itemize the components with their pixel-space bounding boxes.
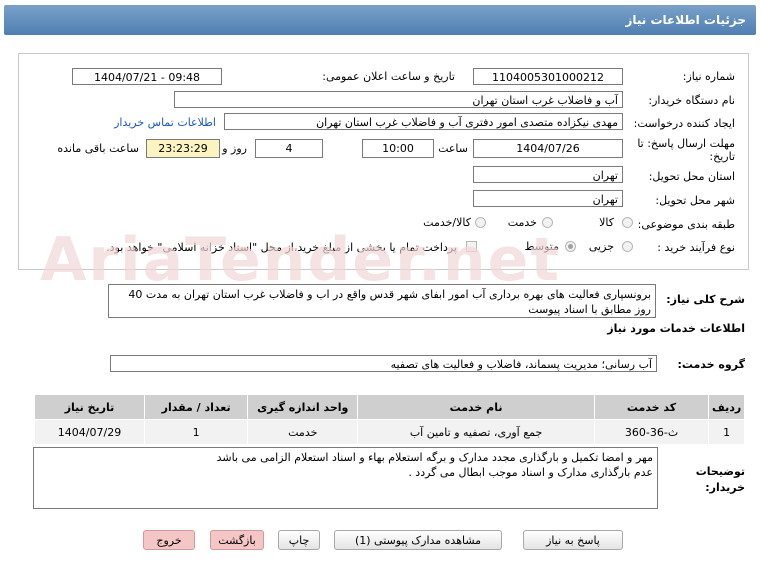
table-row: 1 ث-36-360 جمع آوری، تصفیه و تامین آب خد… bbox=[34, 419, 745, 445]
buyer-notes-line-2: عدم بارگذاری مدارک و اسناد موجب ابطال می… bbox=[408, 466, 653, 479]
column-header-date: تاریخ نیاز bbox=[34, 394, 145, 420]
column-header-quantity: تعداد / مقدار bbox=[143, 394, 249, 420]
window-title-bar: جزئیات اطلاعات نیاز bbox=[4, 5, 756, 35]
buyer-notes-line-1: مهر و امضا تکمیل و بارگذاری مجدد مدارک و… bbox=[216, 451, 653, 464]
column-header-name: نام خدمت bbox=[357, 394, 595, 420]
remaining-time-field: 23:23:29 bbox=[146, 139, 220, 158]
process-radio-medium[interactable] bbox=[565, 241, 576, 252]
print-button[interactable]: چاپ bbox=[278, 530, 320, 550]
need-number-label: شماره نیاز: bbox=[682, 70, 735, 83]
description-field: برونسپاری فعالیت های بهره برداری آب امور… bbox=[108, 284, 656, 318]
process-option-minor: جزیی bbox=[588, 240, 614, 253]
buyer-contact-link[interactable]: اطلاعات تماس خریدار bbox=[114, 116, 216, 129]
city-label: شهر محل تحویل: bbox=[655, 194, 735, 207]
exit-button[interactable]: خروج bbox=[143, 530, 195, 550]
deadline-date-field: 1404/07/26 bbox=[473, 139, 623, 158]
cell-service-name: جمع آوری، تصفیه و تامین آب bbox=[357, 419, 595, 445]
buyer-notes-field: مهر و امضا تکمیل و بارگذاری مجدد مدارک و… bbox=[33, 447, 658, 509]
services-table-header: ردیف کد خدمت نام خدمت واحد اندازه گیری ت… bbox=[34, 394, 745, 420]
back-button[interactable]: بازگشت bbox=[210, 530, 264, 550]
province-field: تهران bbox=[473, 166, 623, 183]
view-attachments-button[interactable]: مشاهده مدارک پیوستی (1) bbox=[334, 530, 502, 550]
buyer-notes-label: توضیحات خریدار: bbox=[695, 465, 745, 494]
city-field: تهران bbox=[473, 190, 623, 207]
cell-service-code: ث-36-360 bbox=[593, 419, 710, 445]
column-header-row: ردیف bbox=[708, 394, 745, 420]
service-group-field: آب رسانی؛ مدیریت پسماند، فاضلاب و فعالیت… bbox=[110, 355, 657, 372]
province-label: استان محل تحویل: bbox=[648, 170, 735, 183]
deadline-label: مهلت ارسال پاسخ: تا تاریخ: bbox=[637, 137, 735, 163]
category-option-goods: کالا bbox=[599, 216, 614, 229]
column-header-code: کد خدمت bbox=[593, 394, 710, 420]
days-label: روز و bbox=[222, 142, 247, 155]
process-label: نوع فرآیند خرید : bbox=[657, 241, 735, 254]
process-radio-minor[interactable] bbox=[622, 241, 633, 252]
remaining-days-field: 4 bbox=[255, 139, 323, 158]
service-group-label: گروه خدمت: bbox=[677, 358, 745, 371]
category-label: طبقه بندی موضوعی: bbox=[637, 218, 735, 231]
announce-datetime-field: 1404/07/21 - 09:48 bbox=[72, 68, 222, 85]
category-radio-goods[interactable] bbox=[622, 217, 633, 228]
page-title: جزئیات اطلاعات نیاز bbox=[625, 13, 746, 27]
cell-quantity: 1 bbox=[143, 419, 249, 445]
buyer-org-field: آب و فاضلاب غرب استان تهران bbox=[174, 91, 623, 108]
cell-need-date: 1404/07/29 bbox=[34, 419, 145, 445]
cell-unit: خدمت bbox=[247, 419, 359, 445]
deadline-time-field: 10:00 bbox=[362, 139, 434, 158]
remaining-time-label: ساعت باقی مانده bbox=[57, 142, 139, 155]
deadline-time-label: ساعت bbox=[438, 142, 468, 155]
buyer-org-label: نام دستگاه خریدار: bbox=[648, 94, 735, 107]
creator-label: ایجاد کننده درخواست: bbox=[633, 117, 735, 130]
services-section-title: اطلاعات خدمات مورد نیاز bbox=[607, 322, 745, 335]
column-header-unit: واحد اندازه گیری bbox=[247, 394, 359, 420]
description-label: شرح کلی نیاز: bbox=[666, 293, 745, 306]
services-table: ردیف کد خدمت نام خدمت واحد اندازه گیری ت… bbox=[34, 394, 745, 445]
reply-button[interactable]: پاسخ به نیاز bbox=[523, 530, 623, 550]
announce-label: تاریخ و ساعت اعلان عمومی: bbox=[322, 70, 455, 83]
need-number-field: 1104005301000212 bbox=[473, 68, 623, 85]
creator-field: مهدی نیکزاده متصدی امور دفتری آب و فاضلا… bbox=[224, 113, 623, 130]
cell-row-number: 1 bbox=[708, 419, 745, 445]
